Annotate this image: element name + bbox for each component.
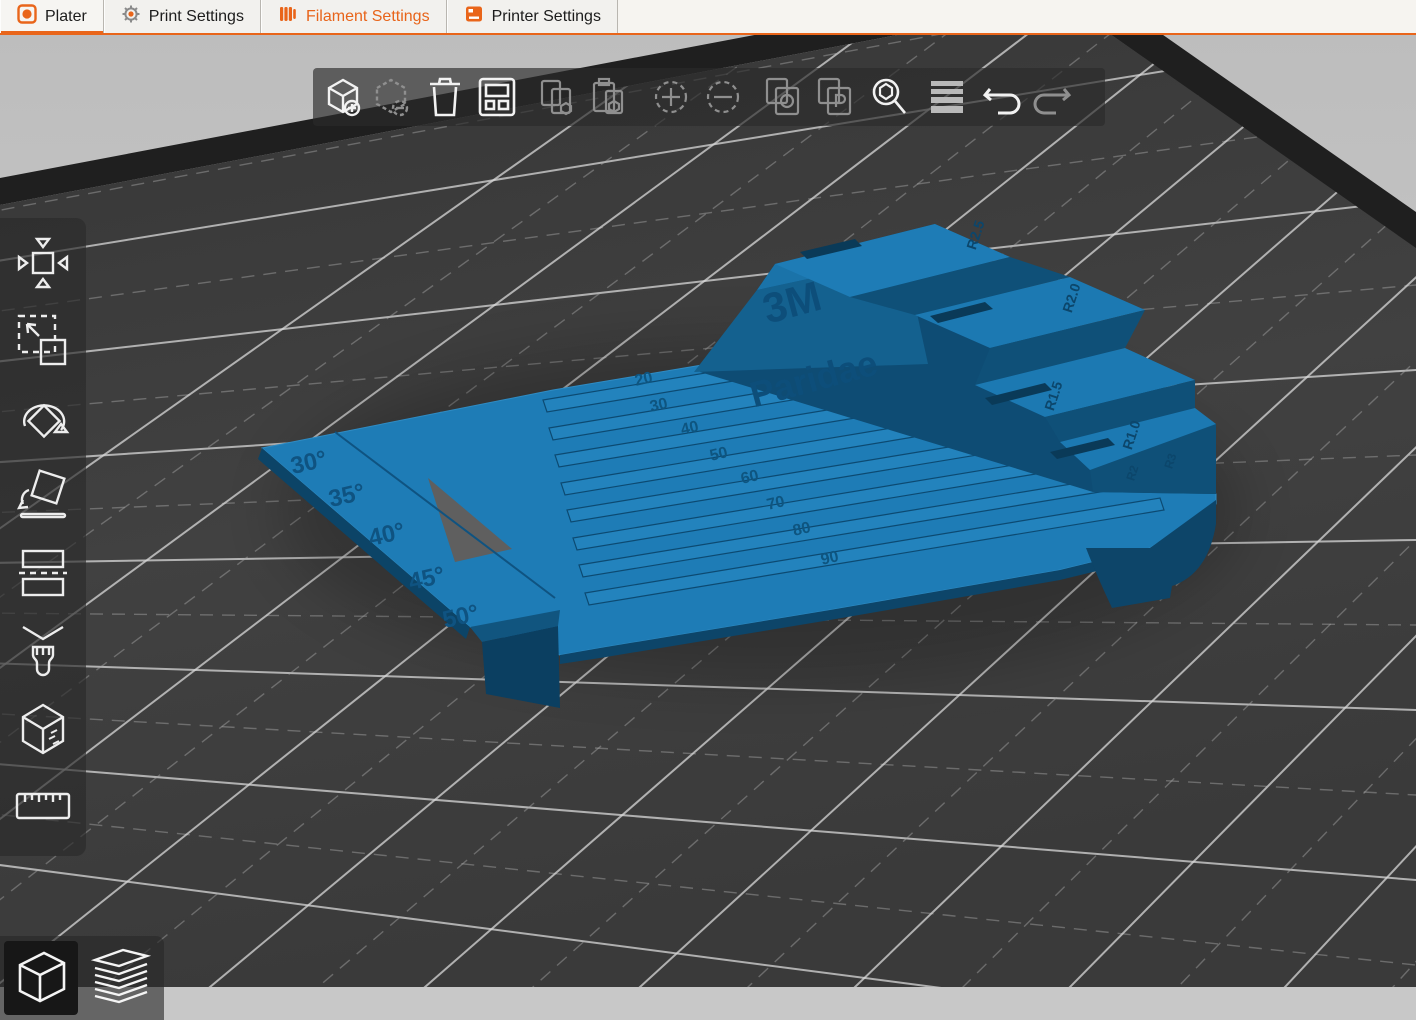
copy-icon (538, 75, 576, 119)
search-icon (869, 75, 909, 119)
copy-button[interactable] (539, 74, 575, 120)
view-switcher (0, 936, 164, 1020)
seam-painting-tool[interactable] (11, 698, 75, 764)
delete-all-icon (428, 75, 462, 119)
variable-layer-height-icon (927, 75, 967, 119)
tab-printer-settings[interactable]: Printer Settings (446, 0, 618, 33)
rotate-icon (15, 388, 71, 453)
cut-icon (15, 543, 71, 608)
tab-label: Plater (45, 7, 87, 25)
preview-layers-icon (89, 944, 153, 1013)
remove-object-icon (373, 75, 409, 119)
split-to-objects-button[interactable] (765, 74, 801, 120)
paint-supports-icon (15, 621, 71, 686)
printer-settings-icon (464, 4, 484, 29)
gizmo-toolbar (0, 218, 86, 856)
editor-3d-view-button[interactable] (4, 941, 78, 1015)
print-settings-icon (121, 4, 141, 29)
tab-filament-settings[interactable]: Filament Settings (260, 0, 447, 33)
tab-label: Filament Settings (305, 7, 430, 25)
search-button[interactable] (871, 74, 907, 120)
remove-object-button[interactable] (373, 74, 409, 120)
redo-icon (1030, 75, 1072, 119)
paste-icon (590, 75, 628, 119)
tab-plater[interactable]: Plater (0, 0, 104, 35)
paste-button[interactable] (591, 74, 627, 120)
plater-icon (17, 4, 37, 29)
tab-label: Print Settings (148, 7, 244, 25)
scene-canvas[interactable]: 20 30 40 50 60 70 80 90 30° 35° 40° 45° … (0, 33, 1416, 987)
measure-icon (14, 789, 72, 828)
delete-all-button[interactable] (427, 74, 463, 120)
settings-tab-bar: Plater Print Settings Filament Settings … (0, 0, 1416, 35)
add-object-icon (325, 75, 361, 119)
split-to-objects-icon (763, 75, 803, 119)
measure-tool[interactable] (11, 776, 75, 842)
place-on-face-tool[interactable] (11, 465, 75, 531)
add-instance-icon (651, 75, 691, 119)
seam-painting-icon (15, 699, 71, 764)
filament-settings-icon (278, 4, 298, 29)
redo-button[interactable] (1030, 74, 1072, 120)
add-instance-button[interactable] (653, 74, 689, 120)
paint-supports-tool[interactable] (11, 621, 75, 687)
undo-button[interactable] (982, 74, 1024, 120)
arrange-icon (477, 75, 517, 119)
split-to-parts-icon (815, 75, 855, 119)
arrange-button[interactable] (477, 74, 517, 120)
remove-instance-button[interactable] (705, 74, 741, 120)
top-toolbar (313, 68, 1105, 126)
cut-tool[interactable] (11, 543, 75, 609)
preview-layers-button[interactable] (84, 941, 158, 1015)
undo-icon (982, 75, 1024, 119)
move-tool[interactable] (11, 232, 75, 298)
move-icon (15, 233, 71, 298)
tab-bar-filler (617, 0, 1416, 33)
editor-3d-view-icon (10, 945, 72, 1012)
split-to-parts-button[interactable] (817, 74, 853, 120)
add-object-button[interactable] (325, 74, 361, 120)
3d-viewport[interactable]: 20 30 40 50 60 70 80 90 30° 35° 40° 45° … (0, 33, 1416, 1020)
variable-layer-height-button[interactable] (929, 74, 965, 120)
scale-icon (15, 310, 71, 375)
tab-print-settings[interactable]: Print Settings (103, 0, 261, 33)
scale-tool[interactable] (11, 310, 75, 376)
remove-instance-icon (703, 75, 743, 119)
rotate-tool[interactable] (11, 387, 75, 453)
tab-label: Printer Settings (491, 7, 601, 25)
place-on-face-icon (15, 466, 71, 531)
